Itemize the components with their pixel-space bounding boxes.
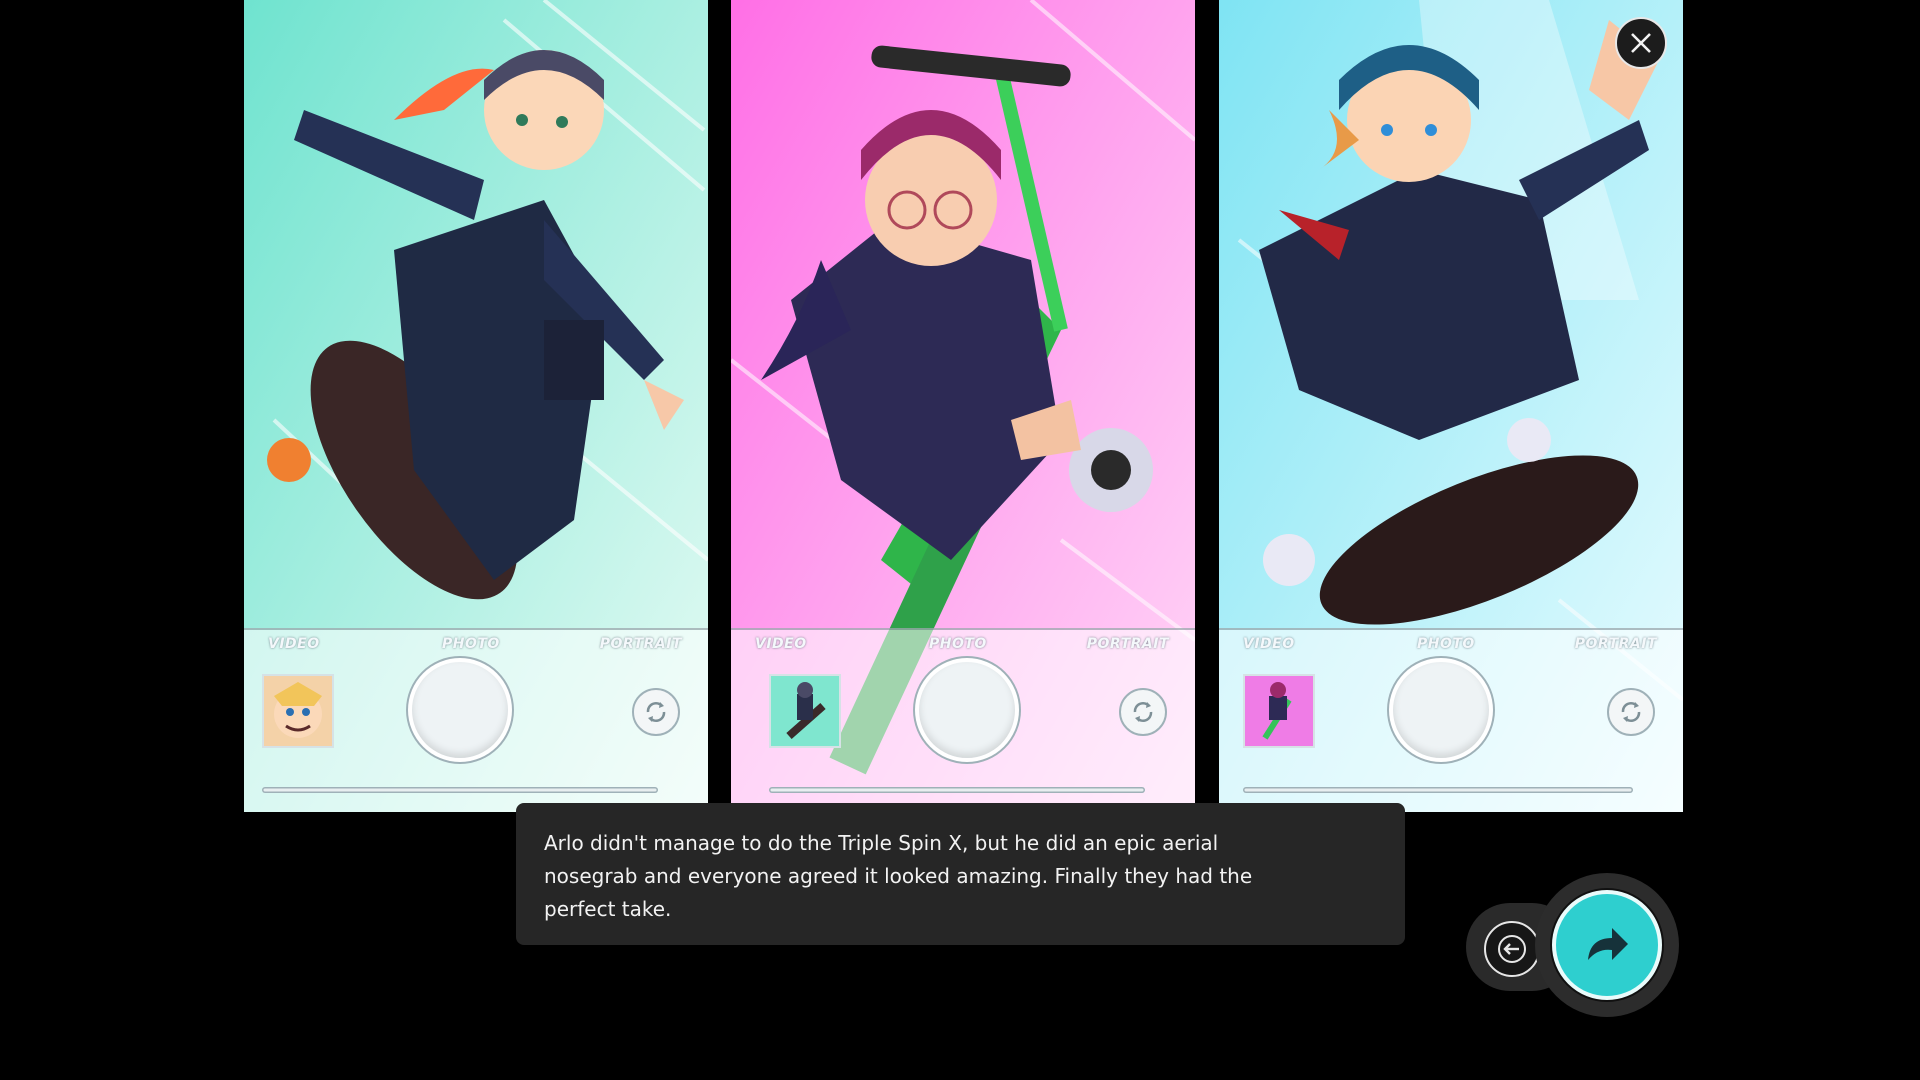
- comic-panel-3: VIDEO PHOTO PORTRAIT: [1219, 0, 1683, 812]
- back-button[interactable]: [1484, 921, 1540, 977]
- next-button[interactable]: [1552, 890, 1662, 1000]
- story-caption-box: Arlo didn't manage to do the Triple Spin…: [516, 803, 1405, 945]
- close-button[interactable]: [1615, 17, 1667, 69]
- flip-camera-button[interactable]: [1607, 688, 1655, 736]
- camera-ui-bar: VIDEO PHOTO PORTRAIT: [1219, 628, 1683, 812]
- rotate-camera-icon: [646, 702, 666, 722]
- comic-panel-2: VIDEO PHOTO PORTRAIT: [731, 0, 1195, 812]
- redo-arrow-icon: [1588, 928, 1628, 960]
- recording-progress-bar: [1243, 787, 1633, 793]
- story-caption-text: Arlo didn't manage to do the Triple Spin…: [544, 831, 1253, 921]
- gallery-thumbnail: [1243, 674, 1315, 748]
- mode-photo-label: PHOTO: [1417, 636, 1475, 652]
- camera-ui-bar: VIDEO PHOTO PORTRAIT: [731, 628, 1195, 812]
- mode-video-label: VIDEO: [1243, 636, 1295, 652]
- flip-camera-button[interactable]: [1119, 688, 1167, 736]
- shutter-button[interactable]: [919, 662, 1015, 758]
- mode-portrait-label: PORTRAIT: [1574, 636, 1657, 652]
- mode-photo-label: PHOTO: [442, 636, 500, 652]
- shutter-button[interactable]: [412, 662, 508, 758]
- recording-progress-bar: [262, 787, 658, 793]
- mode-video-label: VIDEO: [268, 636, 320, 652]
- rotate-camera-icon: [1621, 702, 1641, 722]
- gallery-thumbnail: [769, 674, 841, 748]
- recording-progress-bar: [769, 787, 1145, 793]
- camera-ui-bar: VIDEO PHOTO PORTRAIT: [244, 628, 708, 812]
- rotate-camera-icon: [1133, 702, 1153, 722]
- arrow-left-icon: [1498, 935, 1526, 963]
- mode-photo-label: PHOTO: [929, 636, 987, 652]
- gallery-thumbnail: [262, 674, 334, 748]
- mode-portrait-label: PORTRAIT: [1086, 636, 1169, 652]
- mode-portrait-label: PORTRAIT: [599, 636, 682, 652]
- close-icon: [1631, 33, 1651, 53]
- comic-panel-1: VIDEO PHOTO PORTRAIT: [244, 0, 708, 812]
- mode-video-label: VIDEO: [755, 636, 807, 652]
- shutter-button[interactable]: [1393, 662, 1489, 758]
- flip-camera-button[interactable]: [632, 688, 680, 736]
